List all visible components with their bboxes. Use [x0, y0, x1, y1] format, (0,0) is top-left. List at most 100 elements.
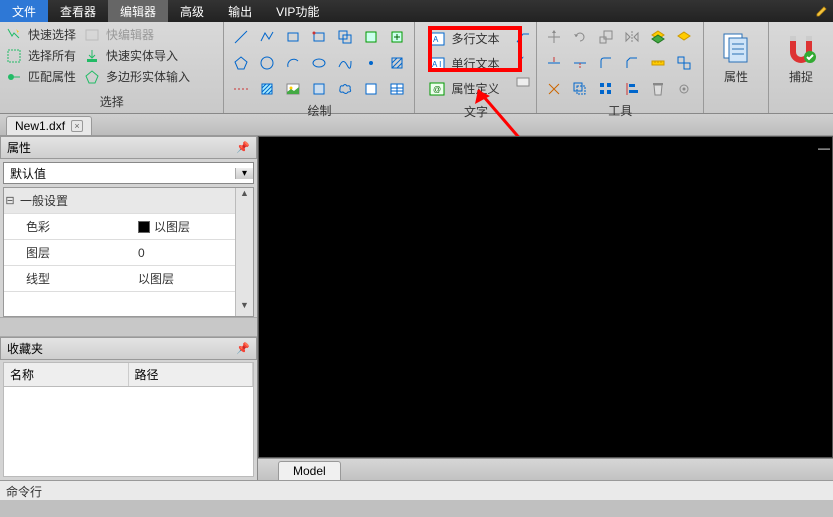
copy-rect-icon[interactable]	[334, 26, 356, 48]
block-insert-icon[interactable]	[386, 26, 408, 48]
point-icon[interactable]	[360, 52, 382, 74]
hatch-dropdown-icon[interactable]	[386, 52, 408, 74]
polyline-icon[interactable]	[256, 26, 278, 48]
mtext-button[interactable]: A多行文本	[425, 28, 503, 49]
pin-icon[interactable]: 📌	[236, 141, 250, 154]
properties-button[interactable]: 属性	[710, 26, 762, 85]
canvas-marker: —	[818, 141, 830, 155]
block-icon[interactable]	[360, 26, 382, 48]
spline-icon[interactable]	[334, 52, 356, 74]
hatch-icon[interactable]	[256, 78, 278, 100]
revcloud-icon[interactable]	[334, 78, 356, 100]
model-tab[interactable]: Model	[278, 461, 341, 480]
model-tab-strip: Model	[258, 458, 833, 480]
color-swatch	[138, 221, 150, 233]
pin-icon[interactable]: 📌	[236, 342, 250, 355]
chamfer-icon[interactable]	[621, 52, 643, 74]
measure-icon[interactable]	[647, 52, 669, 74]
extend-icon[interactable]	[569, 52, 591, 74]
move-icon[interactable]	[543, 26, 565, 48]
wipeout-icon[interactable]	[360, 78, 382, 100]
group-icon[interactable]	[673, 52, 695, 74]
trim-icon[interactable]	[543, 52, 565, 74]
tools-icon-grid	[543, 26, 695, 100]
property-value: 以图层	[154, 218, 190, 235]
menu-tab-output[interactable]: 输出	[216, 0, 264, 22]
scroll-down-icon[interactable]: ▼	[240, 300, 249, 316]
select-all-button[interactable]: 选择所有	[6, 47, 76, 64]
menu-tab-editor[interactable]: 编辑器	[108, 0, 168, 22]
quick-editor-label: 快编辑器	[106, 26, 154, 43]
pencil-icon[interactable]	[811, 0, 833, 22]
align-icon[interactable]	[621, 78, 643, 100]
quick-select-button[interactable]: 快速选择	[6, 26, 76, 43]
menu-tab-file[interactable]: 文件	[0, 0, 48, 22]
line-icon[interactable]	[230, 26, 252, 48]
dtext-icon: A I	[429, 56, 445, 72]
favorites-col-name[interactable]: 名称	[4, 363, 129, 386]
properties-label: 属性	[724, 68, 748, 85]
leader-icon[interactable]	[515, 30, 531, 46]
offset-icon[interactable]	[569, 78, 591, 100]
construction-line-icon[interactable]	[230, 78, 252, 100]
polygon-input-icon	[84, 69, 100, 85]
ribbon-group-draw-label: 绘制	[230, 100, 408, 122]
document-tab-name: New1.dxf	[15, 119, 65, 133]
ribbon-group-text: A多行文本 A I单行文本 @属性定义 ✓ 文字	[415, 22, 537, 113]
rotate-icon[interactable]	[569, 26, 591, 48]
properties-panel-title-text: 属性	[7, 139, 31, 156]
attdef-button[interactable]: @属性定义	[425, 78, 503, 99]
scroll-up-icon[interactable]: ▲	[240, 188, 249, 204]
scale-icon[interactable]	[595, 26, 617, 48]
ribbon-group-snap: 捕捉	[769, 22, 833, 113]
spell-icon[interactable]: ✓	[515, 52, 531, 68]
explode-icon[interactable]	[543, 78, 565, 100]
default-value-combo[interactable]: 默认值 ▾	[3, 162, 254, 184]
ellipse-icon[interactable]	[308, 52, 330, 74]
polygon-entity-input-label: 多边形实体输入	[106, 68, 190, 85]
field-icon[interactable]	[515, 74, 531, 90]
property-row-layer[interactable]: 图层0	[4, 240, 235, 266]
menu-tab-viewer[interactable]: 查看器	[48, 0, 108, 22]
property-row-linetype[interactable]: 线型以图层	[4, 266, 235, 292]
circle-icon[interactable]	[256, 52, 278, 74]
arc-icon[interactable]	[282, 52, 304, 74]
draw-icon-grid	[230, 26, 408, 100]
close-icon[interactable]: ×	[71, 120, 83, 132]
image-icon[interactable]	[282, 78, 304, 100]
snap-icon	[785, 32, 817, 64]
menu-tab-advanced[interactable]: 高级	[168, 0, 216, 22]
menu-tab-vip[interactable]: VIP功能	[264, 0, 331, 22]
polygon-icon[interactable]	[230, 52, 252, 74]
favorites-col-path[interactable]: 路径	[129, 363, 254, 386]
purge-icon[interactable]	[647, 78, 669, 100]
layers-icon[interactable]	[647, 26, 669, 48]
fillet-icon[interactable]	[595, 52, 617, 74]
favorites-list	[3, 387, 254, 477]
favorites-panel-title: 收藏夹 📌	[0, 337, 257, 360]
command-line[interactable]: 命令行	[0, 480, 833, 500]
snap-button[interactable]: 捕捉	[775, 26, 827, 85]
rectangle3p-icon[interactable]	[308, 26, 330, 48]
collapse-icon[interactable]: ⊟	[4, 194, 16, 207]
chevron-down-icon[interactable]: ▾	[235, 168, 253, 179]
polygon-entity-input-button[interactable]: 多边形实体输入	[84, 68, 190, 85]
mirror-icon[interactable]	[621, 26, 643, 48]
workspace: 属性 📌 默认值 ▾ ⊟一般设置 色彩以图层 图层0 线型以图层 ▲▼ 收藏夹 …	[0, 136, 833, 480]
property-row-color[interactable]: 色彩以图层	[4, 214, 235, 240]
property-value: 0	[132, 246, 235, 260]
layer-prev-icon[interactable]	[673, 26, 695, 48]
table-icon[interactable]	[386, 78, 408, 100]
drawing-canvas[interactable]: —	[258, 136, 833, 458]
match-props-button[interactable]: 匹配属性	[6, 68, 76, 85]
document-tab[interactable]: New1.dxf ×	[6, 116, 92, 135]
array-icon[interactable]	[595, 78, 617, 100]
settings-icon[interactable]	[673, 78, 695, 100]
quick-entity-import-button[interactable]: 快速实体导入	[84, 47, 190, 64]
dtext-button[interactable]: A I单行文本	[425, 53, 503, 74]
region-icon[interactable]	[308, 78, 330, 100]
property-section-header[interactable]: ⊟一般设置	[4, 188, 235, 214]
scrollbar[interactable]: ▲▼	[235, 188, 253, 316]
rectangle-icon[interactable]	[282, 26, 304, 48]
properties-icon	[720, 32, 752, 64]
